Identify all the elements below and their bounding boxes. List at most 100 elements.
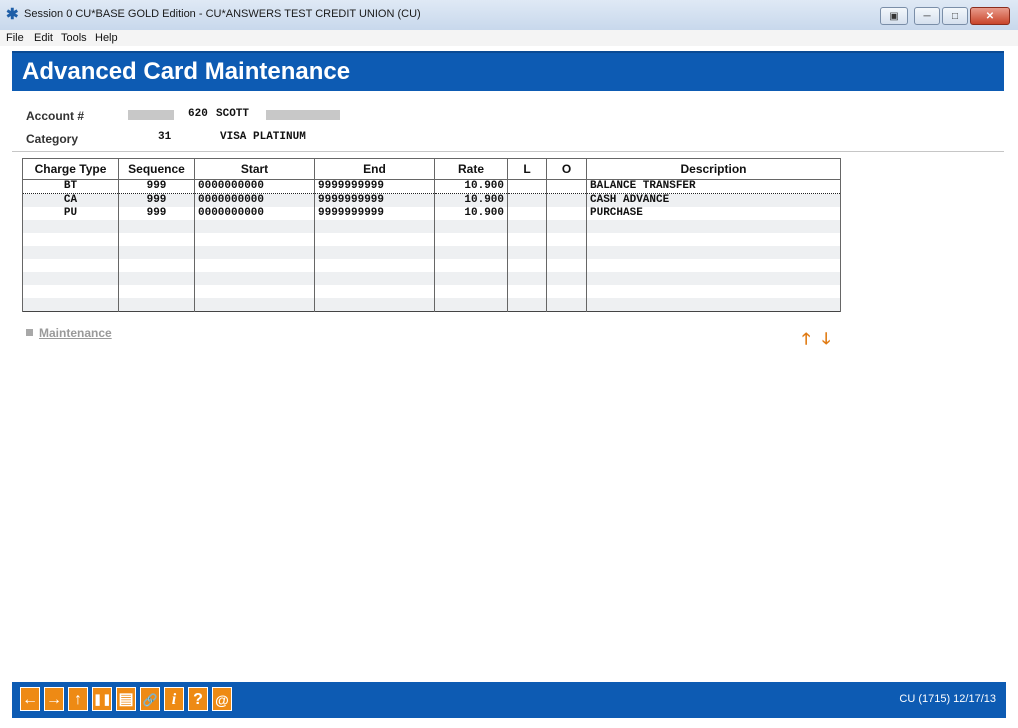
table-row[interactable]: CA 999 0000000000 9999999999 10.900 CASH… xyxy=(22,193,841,207)
cell-empty xyxy=(586,285,841,298)
cell-start: 0000000000 xyxy=(194,207,315,220)
print-button[interactable]: ▤ xyxy=(116,687,136,711)
arrow-up-icon[interactable]: 🡑 xyxy=(802,328,810,355)
cell-charge-type: CA xyxy=(22,193,119,207)
cell-empty xyxy=(314,272,435,285)
account-name: SCOTT xyxy=(216,108,250,120)
cell-description: PURCHASE xyxy=(586,207,841,220)
table-row-empty[interactable] xyxy=(22,285,841,298)
account-label: Account # xyxy=(26,109,85,123)
up-button[interactable]: ↑ xyxy=(68,687,88,711)
cell-rate: 10.900 xyxy=(434,207,508,220)
link-button[interactable]: 🔗 xyxy=(140,687,160,711)
cell-end: 9999999999 xyxy=(314,193,435,207)
cell-empty xyxy=(22,233,119,246)
cell-start: 0000000000 xyxy=(194,193,315,207)
cell-empty xyxy=(22,285,119,298)
header-description[interactable]: Description xyxy=(586,158,841,180)
table-row-empty[interactable] xyxy=(22,220,841,233)
restore-button[interactable]: ▣ xyxy=(880,7,908,25)
header-start[interactable]: Start xyxy=(194,158,315,180)
maximize-button[interactable]: □ xyxy=(942,7,968,25)
cell-empty xyxy=(586,272,841,285)
cell-empty xyxy=(118,246,195,259)
header-end[interactable]: End xyxy=(314,158,435,180)
cell-empty xyxy=(22,246,119,259)
cell-l xyxy=(507,193,547,207)
cell-empty xyxy=(118,220,195,233)
minimize-button[interactable]: ─ xyxy=(914,7,940,25)
email-button[interactable]: @ xyxy=(212,687,232,711)
table-row-empty[interactable] xyxy=(22,233,841,246)
header-sequence[interactable]: Sequence xyxy=(118,158,195,180)
cell-empty xyxy=(507,259,547,272)
cell-empty xyxy=(507,298,547,312)
header-rate[interactable]: Rate xyxy=(434,158,508,180)
table-row-empty[interactable] xyxy=(22,246,841,259)
table-row-empty[interactable] xyxy=(22,272,841,285)
divider xyxy=(12,151,1004,152)
cell-empty xyxy=(314,285,435,298)
cell-l xyxy=(507,179,547,194)
cell-empty xyxy=(194,220,315,233)
menu-file[interactable]: File xyxy=(6,32,24,44)
forward-button[interactable]: → xyxy=(44,687,64,711)
menu-bar: File Edit Tools Help xyxy=(0,30,1018,46)
table-row[interactable]: BT 999 0000000000 9999999999 10.900 BALA… xyxy=(22,179,841,194)
cell-empty xyxy=(546,285,587,298)
cell-start: 0000000000 xyxy=(194,179,315,194)
info-button[interactable]: i xyxy=(164,687,184,711)
help-button[interactable]: ? xyxy=(188,687,208,711)
bullet-icon xyxy=(26,329,33,336)
cell-empty xyxy=(586,233,841,246)
cell-empty xyxy=(586,220,841,233)
page-header: Advanced Card Maintenance xyxy=(12,51,1004,91)
cell-empty xyxy=(118,285,195,298)
header-charge-type[interactable]: Charge Type xyxy=(22,158,119,180)
cell-charge-type: PU xyxy=(22,207,119,220)
maintenance-button[interactable]: Maintenance xyxy=(26,326,112,340)
menu-tools[interactable]: Tools xyxy=(61,32,87,44)
header-o[interactable]: O xyxy=(546,158,587,180)
cell-empty xyxy=(434,285,508,298)
table-row-empty[interactable] xyxy=(22,298,841,312)
cell-empty xyxy=(586,259,841,272)
cell-empty xyxy=(434,220,508,233)
window-title: Session 0 CU*BASE GOLD Edition - CU*ANSW… xyxy=(24,8,421,20)
cell-empty xyxy=(434,259,508,272)
cell-sequence: 999 xyxy=(118,193,195,207)
cell-sequence: 999 xyxy=(118,207,195,220)
table-row[interactable]: PU 999 0000000000 9999999999 10.900 PURC… xyxy=(22,207,841,220)
cell-empty xyxy=(314,259,435,272)
cell-empty xyxy=(118,233,195,246)
category-label: Category xyxy=(26,132,79,146)
cell-empty xyxy=(507,220,547,233)
menu-edit[interactable]: Edit xyxy=(34,32,53,44)
cell-empty xyxy=(314,246,435,259)
menu-help[interactable]: Help xyxy=(95,32,118,44)
cell-empty xyxy=(546,246,587,259)
arrow-down-icon[interactable]: 🡓 xyxy=(822,328,830,355)
status-text: CU (1715) 12/17/13 xyxy=(899,693,996,705)
cell-empty xyxy=(22,259,119,272)
cell-empty xyxy=(22,272,119,285)
close-button[interactable]: ✕ xyxy=(970,7,1010,25)
cell-charge-type: BT xyxy=(22,179,119,194)
cell-empty xyxy=(546,298,587,312)
app-icon: ✱ xyxy=(6,6,19,23)
cell-empty xyxy=(314,220,435,233)
window-titlebar: ✱ Session 0 CU*BASE GOLD Edition - CU*AN… xyxy=(0,0,1018,31)
table-row-empty[interactable] xyxy=(22,259,841,272)
cell-empty xyxy=(194,272,315,285)
redacted-block xyxy=(128,110,174,120)
cell-empty xyxy=(194,233,315,246)
cell-empty xyxy=(546,272,587,285)
cell-empty xyxy=(586,298,841,312)
pause-button[interactable]: ❚❚ xyxy=(92,687,112,711)
cell-empty xyxy=(118,298,195,312)
charge-table: Charge Type Sequence Start End Rate L O … xyxy=(22,158,841,312)
cell-empty xyxy=(546,259,587,272)
cell-end: 9999999999 xyxy=(314,179,435,194)
back-button[interactable]: ← xyxy=(20,687,40,711)
header-l[interactable]: L xyxy=(507,158,547,180)
